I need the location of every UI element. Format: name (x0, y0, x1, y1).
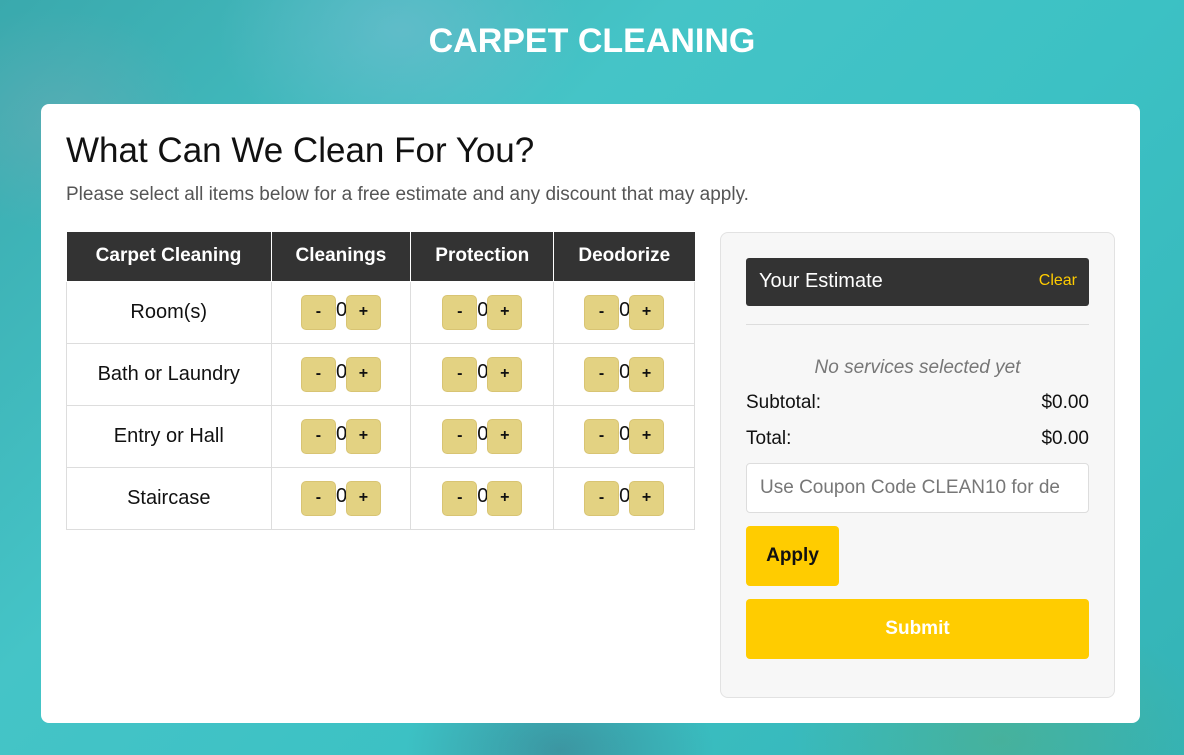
row-label: Room(s) (66, 280, 272, 344)
table-row: Bath or Laundry -0 + -0 + -0 + (66, 342, 695, 406)
row-label: Entry or Hall (66, 404, 272, 468)
plus-button[interactable]: + (629, 294, 665, 330)
table-header-row: Carpet Cleaning Cleanings Protection Deo… (66, 232, 695, 282)
quantity-stepper: -0 + (584, 294, 665, 330)
quantity-stepper: -0 + (584, 356, 665, 392)
cleanings-cell: -0 + (270, 280, 412, 344)
divider (746, 324, 1089, 325)
protection-cell: -0 + (410, 280, 555, 344)
clear-link[interactable]: Clear (1039, 272, 1077, 290)
protection-cell: -0 + (410, 404, 555, 468)
table-row: Room(s) -0 + -0 + -0 + (66, 280, 695, 344)
quantity-value: 0 (335, 360, 348, 383)
subtotal-label: Subtotal: (746, 392, 821, 413)
minus-button[interactable]: - (300, 356, 336, 392)
row-label: Bath or Laundry (66, 342, 272, 406)
form-subheading: Please select all items below for a free… (66, 184, 749, 205)
quantity-stepper: -0 + (300, 418, 381, 454)
deodorize-cell: -0 + (553, 404, 695, 468)
plus-button[interactable]: + (345, 480, 381, 516)
plus-button[interactable]: + (487, 294, 523, 330)
header-deodorize: Deodorize (553, 232, 695, 282)
minus-button[interactable]: - (442, 356, 478, 392)
header-cleanings: Cleanings (270, 232, 412, 282)
estimate-title: Your Estimate (759, 270, 883, 292)
plus-button[interactable]: + (629, 418, 665, 454)
quantity-stepper: -0 + (442, 294, 523, 330)
empty-services-message: No services selected yet (814, 357, 1021, 378)
services-table: Carpet Cleaning Cleanings Protection Deo… (66, 232, 695, 530)
minus-button[interactable]: - (442, 294, 478, 330)
cleanings-cell: -0 + (270, 404, 412, 468)
minus-button[interactable]: - (300, 418, 336, 454)
quantity-stepper: -0 + (300, 356, 381, 392)
coupon-input[interactable] (746, 463, 1089, 513)
plus-button[interactable]: + (345, 356, 381, 392)
plus-button[interactable]: + (345, 418, 381, 454)
quantity-value: 0 (335, 484, 348, 507)
quantity-value: 0 (619, 298, 631, 321)
total-value: $0.00 (1041, 428, 1089, 449)
quantity-stepper: -0 + (584, 418, 665, 454)
quantity-value: 0 (619, 484, 631, 507)
minus-button[interactable]: - (584, 356, 620, 392)
plus-button[interactable]: + (487, 418, 523, 454)
quantity-value: 0 (619, 360, 631, 383)
plus-button[interactable]: + (629, 356, 665, 392)
minus-button[interactable]: - (300, 294, 336, 330)
subtotal-value: $0.00 (1041, 392, 1089, 413)
minus-button[interactable]: - (584, 480, 620, 516)
cleanings-cell: -0 + (270, 466, 412, 530)
plus-button[interactable]: + (487, 480, 523, 516)
total-label: Total: (746, 428, 792, 449)
quantity-value: 0 (477, 298, 489, 321)
minus-button[interactable]: - (300, 480, 336, 516)
submit-button[interactable]: Submit (746, 599, 1089, 659)
quantity-stepper: -0 + (442, 480, 523, 516)
quantity-stepper: -0 + (442, 418, 523, 454)
deodorize-cell: -0 + (553, 466, 695, 530)
estimate-header: Your Estimate Clear (746, 258, 1089, 306)
quantity-value: 0 (477, 360, 489, 383)
minus-button[interactable]: - (584, 294, 620, 330)
deodorize-cell: -0 + (553, 280, 695, 344)
quantity-value: 0 (335, 422, 348, 445)
cleanings-cell: -0 + (270, 342, 412, 406)
minus-button[interactable]: - (442, 480, 478, 516)
protection-cell: -0 + (410, 466, 555, 530)
quantity-value: 0 (477, 422, 489, 445)
minus-button[interactable]: - (584, 418, 620, 454)
minus-button[interactable]: - (442, 418, 478, 454)
form-heading: What Can We Clean For You? (66, 131, 535, 170)
plus-button[interactable]: + (345, 294, 381, 330)
quantity-stepper: -0 + (300, 294, 381, 330)
header-carpet-cleaning: Carpet Cleaning (66, 232, 272, 282)
apply-button[interactable]: Apply (746, 526, 839, 586)
quantity-stepper: -0 + (442, 356, 523, 392)
page-title: CARPET CLEANING (428, 22, 756, 60)
quantity-stepper: -0 + (584, 480, 665, 516)
deodorize-cell: -0 + (553, 342, 695, 406)
header-protection: Protection (410, 232, 555, 282)
protection-cell: -0 + (410, 342, 555, 406)
quantity-stepper: -0 + (300, 480, 381, 516)
plus-button[interactable]: + (487, 356, 523, 392)
estimate-form-card: What Can We Clean For You? Please select… (41, 104, 1140, 723)
quantity-value: 0 (477, 484, 489, 507)
quantity-value: 0 (335, 298, 348, 321)
estimate-panel: Your Estimate Clear No services selected… (720, 232, 1115, 698)
table-row: Staircase -0 + -0 + -0 + (66, 466, 695, 530)
row-label: Staircase (66, 466, 272, 530)
plus-button[interactable]: + (629, 480, 665, 516)
table-row: Entry or Hall -0 + -0 + -0 + (66, 404, 695, 468)
quantity-value: 0 (619, 422, 631, 445)
